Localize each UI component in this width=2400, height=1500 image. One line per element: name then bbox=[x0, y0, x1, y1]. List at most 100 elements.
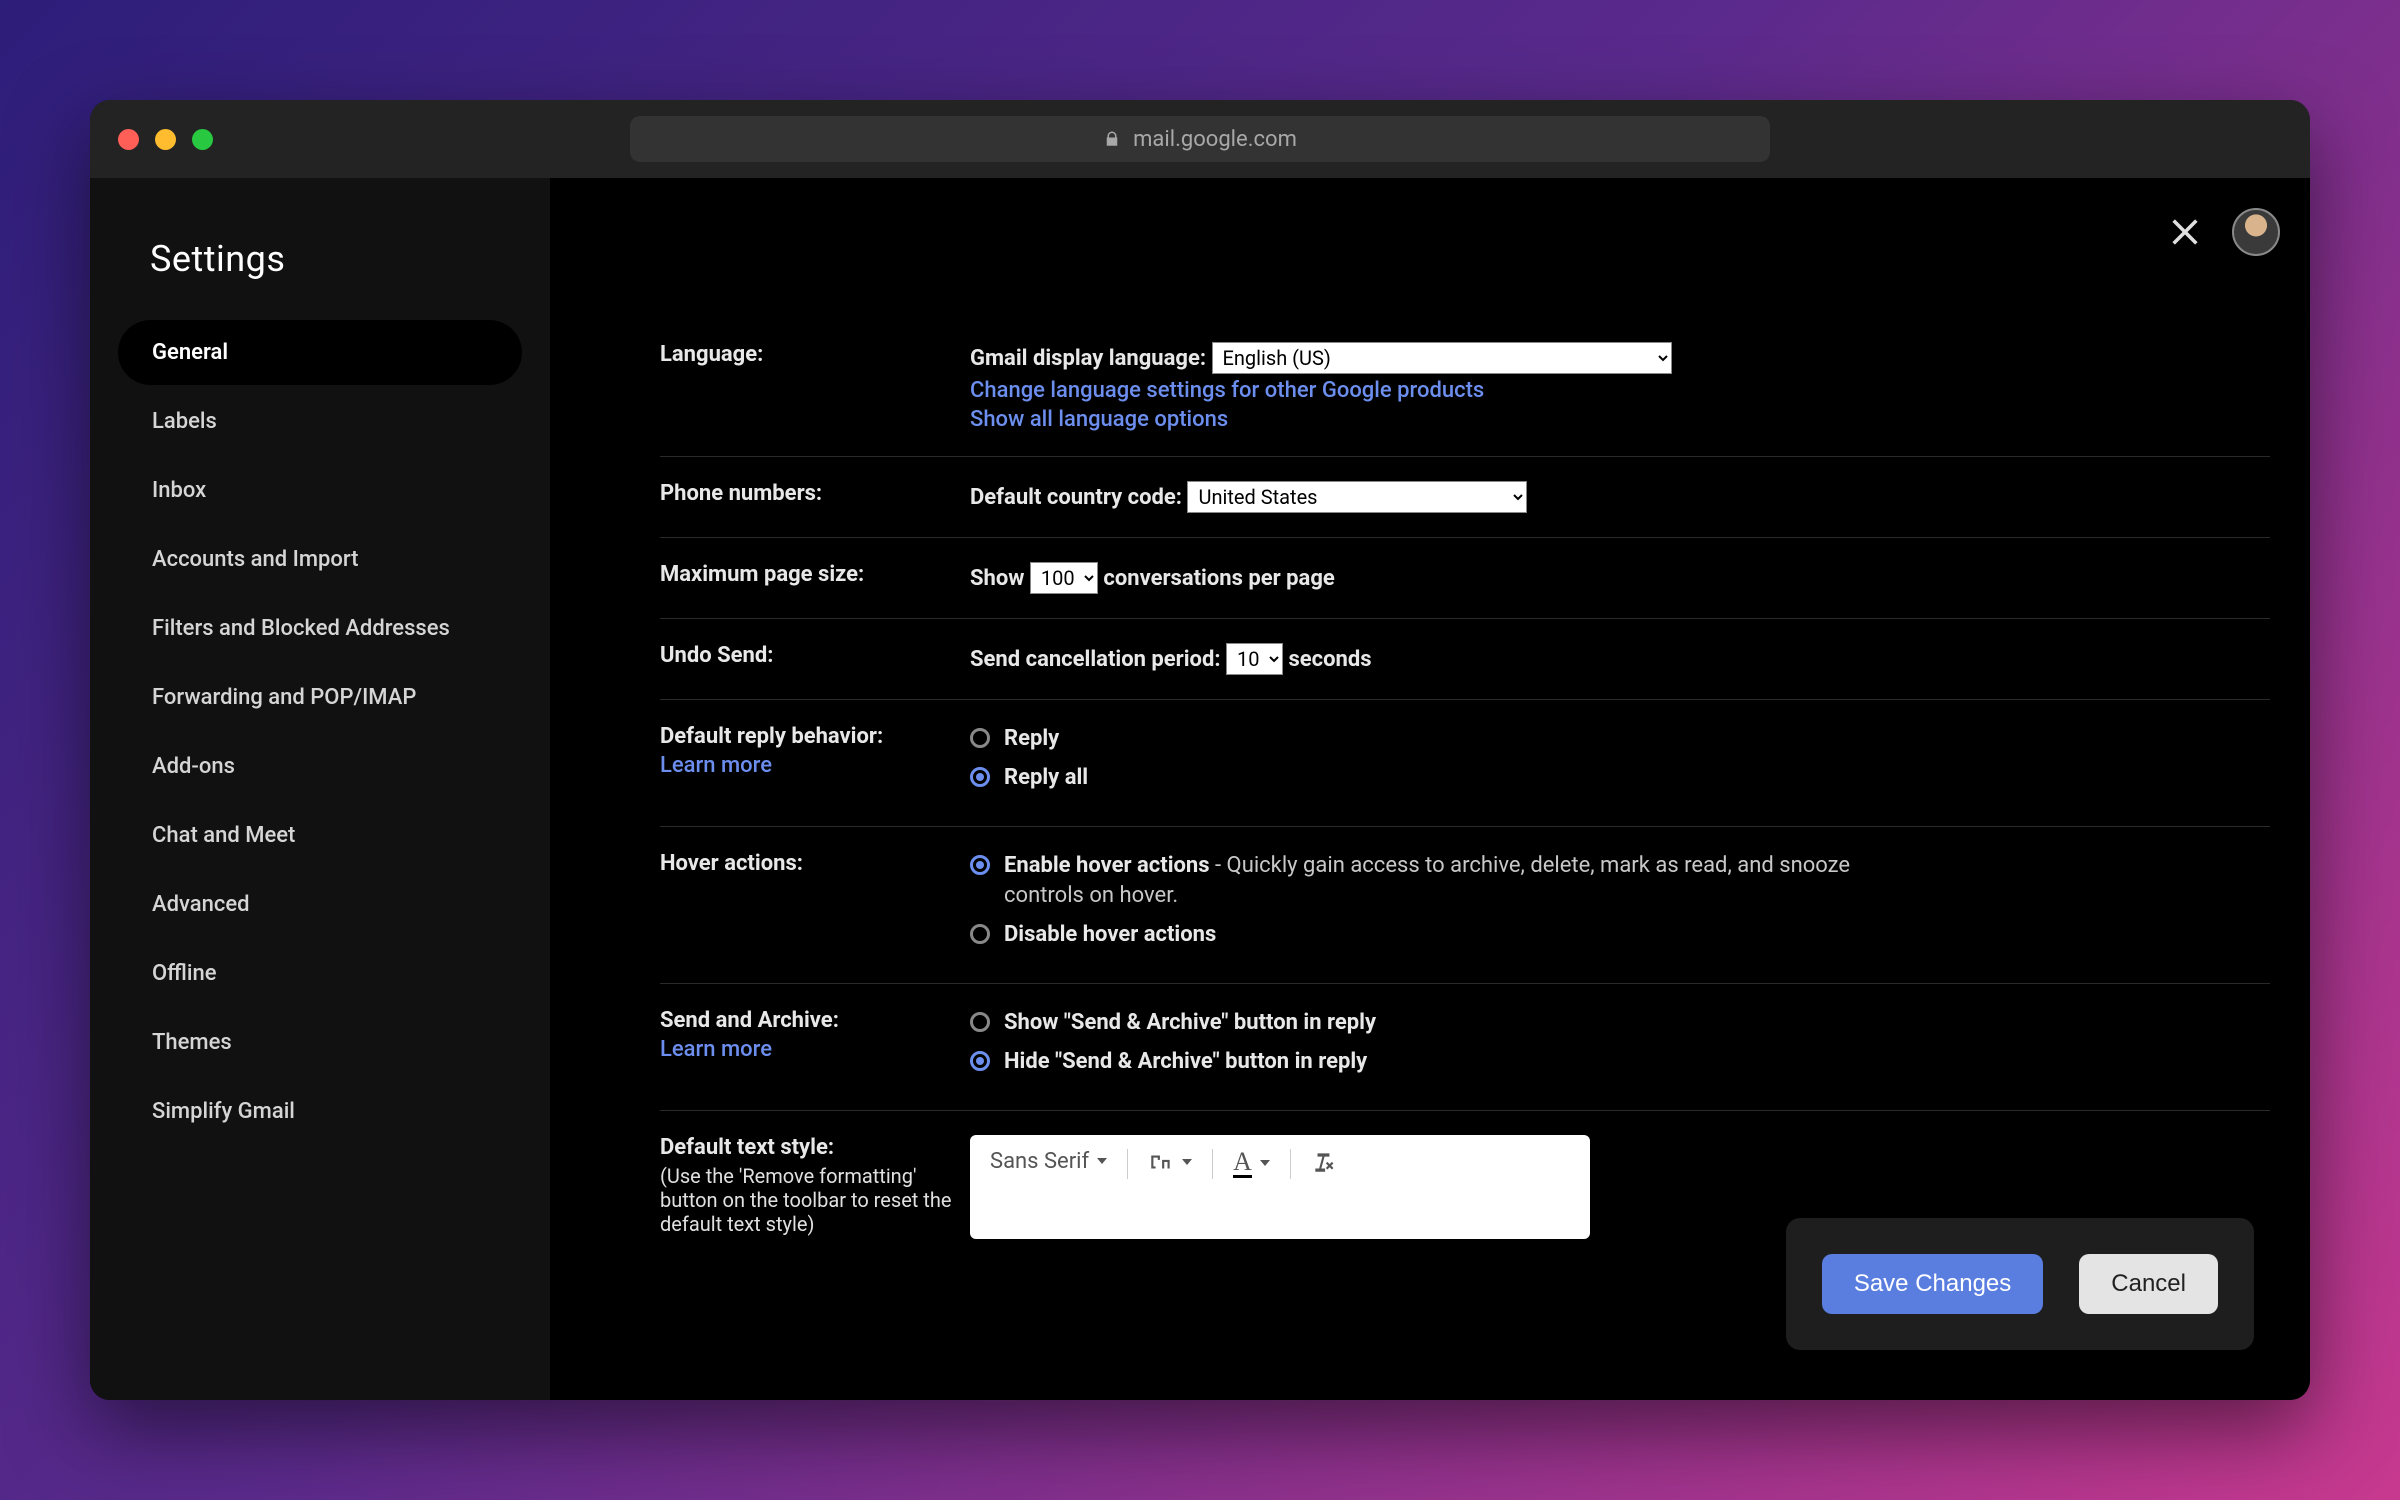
sidebar-item-accounts[interactable]: Accounts and Import bbox=[118, 527, 522, 592]
row-reply: Default reply behavior: Learn more Reply… bbox=[660, 700, 2270, 827]
radio-icon bbox=[970, 1051, 990, 1071]
radio-reply[interactable]: Reply bbox=[970, 724, 2270, 755]
content-pagesize: Show 100 conversations per page bbox=[970, 562, 2270, 594]
chevron-down-icon bbox=[1260, 1160, 1270, 1166]
sidebar-item-advanced[interactable]: Advanced bbox=[118, 872, 522, 937]
link-change-language-other-products[interactable]: Change language settings for other Googl… bbox=[970, 378, 2270, 403]
maximize-window-button[interactable] bbox=[192, 129, 213, 150]
radio-sendarchive-hide[interactable]: Hide "Send & Archive" button in reply bbox=[970, 1047, 2270, 1078]
label-phone: Phone numbers: bbox=[660, 481, 970, 513]
settings-sidebar: Settings General Labels Inbox Accounts a… bbox=[90, 178, 550, 1400]
row-language: Language: Gmail display language: Englis… bbox=[660, 318, 2270, 457]
label-textstyle-hint: (Use the 'Remove formatting' button on t… bbox=[660, 1164, 970, 1236]
browser-window: mail.google.com Settings General Labels … bbox=[90, 100, 2310, 1400]
undo-period-label: Send cancellation period: bbox=[970, 647, 1221, 672]
address-url: mail.google.com bbox=[1133, 127, 1297, 152]
radio-hover-disable[interactable]: Disable hover actions bbox=[970, 920, 2270, 951]
sendarchive-show-label: Show "Send & Archive" button in reply bbox=[1004, 1008, 1376, 1039]
label-reply: Default reply behavior: Learn more bbox=[660, 724, 970, 802]
sidebar-item-offline[interactable]: Offline bbox=[118, 941, 522, 1006]
row-sendarchive: Send and Archive: Learn more Show "Send … bbox=[660, 984, 2270, 1111]
content-undo: Send cancellation period: 10 seconds bbox=[970, 643, 2270, 675]
font-size-dropdown[interactable] bbox=[1148, 1149, 1192, 1175]
radio-reply-label: Reply bbox=[1004, 724, 1059, 755]
link-show-all-language-options[interactable]: Show all language options bbox=[970, 407, 2270, 432]
row-pagesize: Maximum page size: Show 100 conversation… bbox=[660, 538, 2270, 619]
separator bbox=[1127, 1149, 1128, 1179]
label-language: Language: bbox=[660, 342, 970, 432]
sidebar-item-inbox[interactable]: Inbox bbox=[118, 458, 522, 523]
country-code-select[interactable]: United States bbox=[1187, 481, 1527, 513]
sidebar-item-labels[interactable]: Labels bbox=[118, 389, 522, 454]
footer-action-bar: Save Changes Cancel bbox=[1786, 1218, 2254, 1350]
row-phone: Phone numbers: Default country code: Uni… bbox=[660, 457, 2270, 538]
content-language: Gmail display language: English (US) Cha… bbox=[970, 342, 2270, 432]
cancel-button[interactable]: Cancel bbox=[2079, 1254, 2218, 1314]
radio-reply-all[interactable]: Reply all bbox=[970, 763, 2270, 794]
sidebar-item-simplify[interactable]: Simplify Gmail bbox=[118, 1079, 522, 1144]
undo-suffix: seconds bbox=[1289, 647, 1372, 672]
radio-sendarchive-show[interactable]: Show "Send & Archive" button in reply bbox=[970, 1008, 2270, 1039]
sidebar-item-forwarding[interactable]: Forwarding and POP/IMAP bbox=[118, 665, 522, 730]
top-right-controls bbox=[2168, 208, 2280, 256]
minimize-window-button[interactable] bbox=[155, 129, 176, 150]
separator bbox=[1212, 1149, 1213, 1179]
content-phone: Default country code: United States bbox=[970, 481, 2270, 513]
close-window-button[interactable] bbox=[118, 129, 139, 150]
titlebar: mail.google.com bbox=[90, 100, 2310, 178]
language-select[interactable]: English (US) bbox=[1212, 342, 1672, 374]
label-undo: Undo Send: bbox=[660, 643, 970, 675]
label-textstyle-text: Default text style: bbox=[660, 1135, 834, 1160]
row-undo: Undo Send: Send cancellation period: 10 … bbox=[660, 619, 2270, 700]
lock-icon bbox=[1103, 130, 1121, 148]
text-color-icon: A bbox=[1233, 1149, 1252, 1178]
radio-icon bbox=[970, 855, 990, 875]
sidebar-title: Settings bbox=[118, 218, 522, 320]
separator bbox=[1290, 1149, 1291, 1179]
content-hover: Enable hover actions - Quickly gain acce… bbox=[970, 851, 2270, 959]
label-sendarchive-text: Send and Archive: bbox=[660, 1008, 839, 1033]
sidebar-item-chat[interactable]: Chat and Meet bbox=[118, 803, 522, 868]
link-sendarchive-learn-more[interactable]: Learn more bbox=[660, 1037, 970, 1062]
address-bar[interactable]: mail.google.com bbox=[630, 116, 1770, 162]
undo-period-select[interactable]: 10 bbox=[1226, 643, 1283, 675]
sidebar-item-addons[interactable]: Add-ons bbox=[118, 734, 522, 799]
remove-formatting-icon bbox=[1311, 1149, 1337, 1175]
remove-formatting-button[interactable] bbox=[1311, 1149, 1337, 1175]
pagesize-suffix: conversations per page bbox=[1103, 566, 1334, 591]
pagesize-show: Show bbox=[970, 566, 1024, 591]
app-content: Settings General Labels Inbox Accounts a… bbox=[90, 178, 2310, 1400]
gmail-display-language-label: Gmail display language: bbox=[970, 346, 1206, 371]
radio-icon bbox=[970, 1012, 990, 1032]
sidebar-item-filters[interactable]: Filters and Blocked Addresses bbox=[118, 596, 522, 661]
link-reply-learn-more[interactable]: Learn more bbox=[660, 753, 970, 778]
pagesize-select[interactable]: 100 bbox=[1030, 562, 1098, 594]
text-size-icon bbox=[1148, 1149, 1174, 1175]
sendarchive-hide-label: Hide "Send & Archive" button in reply bbox=[1004, 1047, 1367, 1078]
traffic-lights bbox=[118, 129, 213, 150]
radio-reply-all-label: Reply all bbox=[1004, 763, 1088, 794]
label-hover: Hover actions: bbox=[660, 851, 970, 959]
save-changes-button[interactable]: Save Changes bbox=[1822, 1254, 2043, 1314]
settings-main: Language: Gmail display language: Englis… bbox=[550, 178, 2310, 1400]
font-family-dropdown[interactable]: Sans Serif bbox=[990, 1149, 1107, 1174]
label-sendarchive: Send and Archive: Learn more bbox=[660, 1008, 970, 1086]
font-family-label: Sans Serif bbox=[990, 1149, 1089, 1174]
row-hover: Hover actions: Enable hover actions - Qu… bbox=[660, 827, 2270, 984]
radio-hover-enable[interactable]: Enable hover actions - Quickly gain acce… bbox=[970, 851, 2270, 913]
sidebar-item-themes[interactable]: Themes bbox=[118, 1010, 522, 1075]
hover-disable-label: Disable hover actions bbox=[1004, 920, 1216, 951]
text-style-toolbar: Sans Serif A bbox=[970, 1135, 1590, 1239]
label-pagesize: Maximum page size: bbox=[660, 562, 970, 594]
avatar[interactable] bbox=[2232, 208, 2280, 256]
radio-icon bbox=[970, 924, 990, 944]
label-reply-text: Default reply behavior: bbox=[660, 724, 883, 749]
text-color-dropdown[interactable]: A bbox=[1233, 1149, 1270, 1178]
label-textstyle: Default text style: (Use the 'Remove for… bbox=[660, 1135, 970, 1239]
content-reply: Reply Reply all bbox=[970, 724, 2270, 802]
sidebar-item-general[interactable]: General bbox=[118, 320, 522, 385]
content-sendarchive: Show "Send & Archive" button in reply Hi… bbox=[970, 1008, 2270, 1086]
chevron-down-icon bbox=[1182, 1159, 1192, 1165]
hover-enable-label: Enable hover actions bbox=[1004, 853, 1210, 878]
close-icon[interactable] bbox=[2168, 215, 2202, 249]
